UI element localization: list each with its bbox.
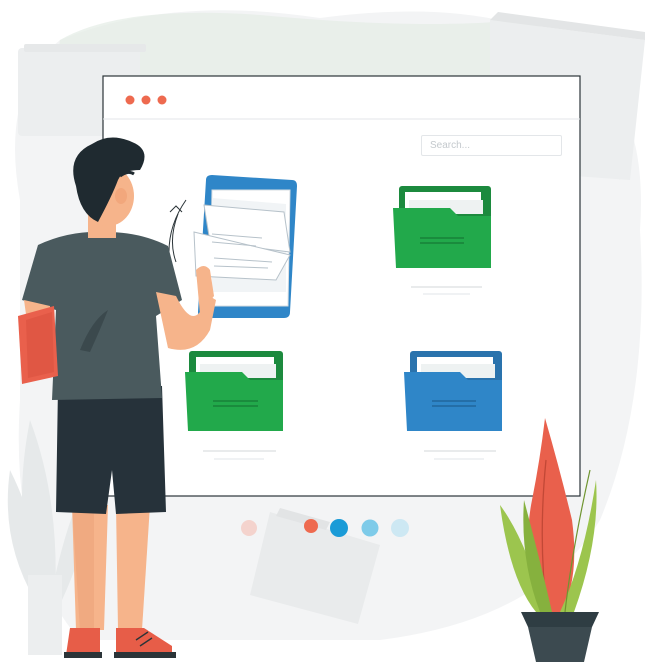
illustration-scene: [7, 10, 645, 662]
held-folder-icon: [18, 306, 58, 384]
window-dots-icon: [125, 95, 167, 105]
search-input[interactable]: [421, 135, 562, 156]
